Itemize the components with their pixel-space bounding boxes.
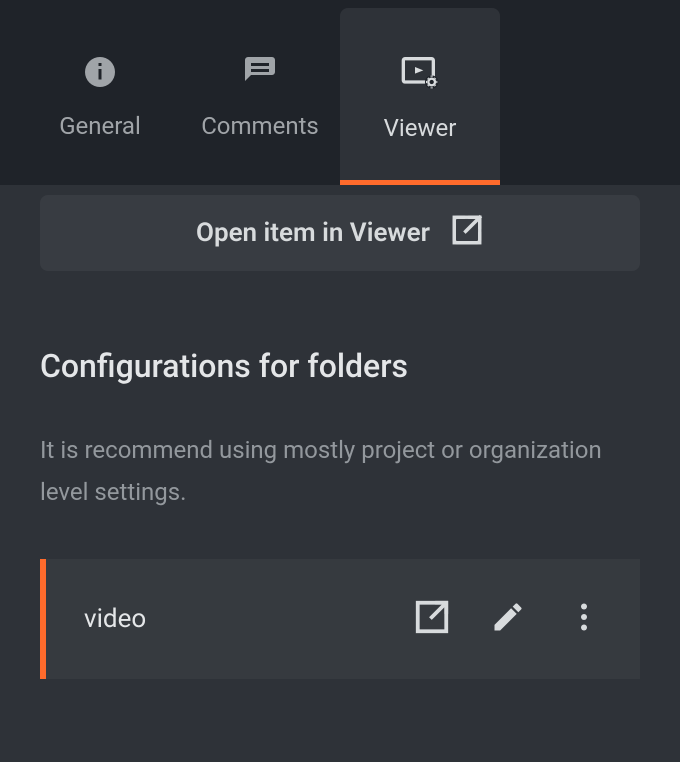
open-in-viewer-label: Open item in Viewer (196, 218, 430, 248)
config-item: video (40, 559, 640, 679)
info-icon (82, 54, 118, 90)
tab-label: Viewer (384, 114, 457, 142)
config-edit-button[interactable] (474, 585, 542, 653)
tab-general[interactable]: General (20, 8, 180, 185)
config-list: video (40, 559, 640, 679)
tab-viewer[interactable]: Viewer (340, 8, 500, 185)
config-name: video (84, 604, 398, 634)
pencil-icon (490, 599, 526, 639)
tab-comments[interactable]: Comments (180, 8, 340, 185)
comment-icon (242, 54, 278, 90)
more-vert-icon (566, 599, 602, 639)
config-more-button[interactable] (550, 585, 618, 653)
section-title: Configurations for folders (40, 347, 640, 385)
section-description: It is recommend using mostly project or … (40, 429, 640, 513)
topbar (0, 0, 680, 8)
tab-label: General (59, 112, 141, 140)
tabs: General Comments Viewer (0, 8, 680, 185)
open-external-icon (413, 598, 451, 640)
content: Open item in Viewer Configurations for f… (0, 185, 680, 719)
open-external-icon (450, 213, 484, 254)
tab-label: Comments (201, 112, 319, 140)
config-open-button[interactable] (398, 585, 466, 653)
open-in-viewer-button[interactable]: Open item in Viewer (40, 195, 640, 271)
viewer-icon (400, 52, 440, 92)
